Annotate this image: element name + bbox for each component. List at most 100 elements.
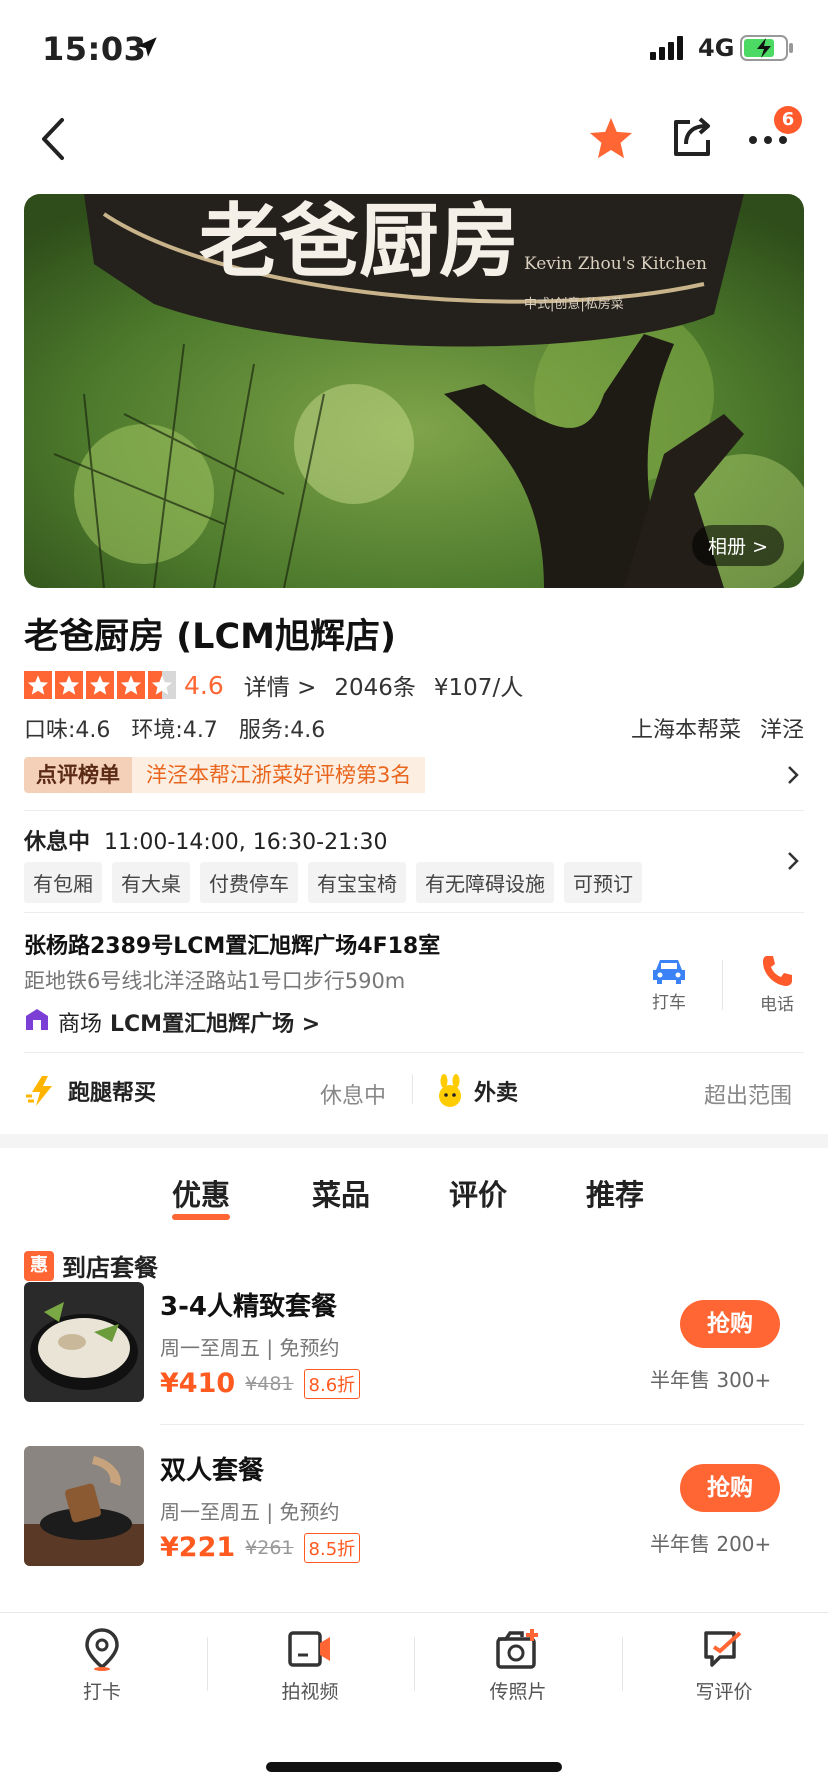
chevron-right-icon[interactable] bbox=[786, 764, 800, 790]
divider bbox=[24, 810, 804, 811]
home-indicator[interactable] bbox=[266, 1762, 562, 1772]
tab-dishes[interactable]: 菜品 bbox=[312, 1172, 370, 1214]
shop-title: 老爸厨房 (LCM旭辉店) bbox=[24, 617, 396, 657]
rating-row: 4.6 详情 > 2046条 ¥107/人 bbox=[24, 668, 523, 702]
deal-original-price: ¥261 bbox=[245, 1536, 294, 1559]
battery-charging-icon bbox=[740, 35, 796, 65]
top-nav: 6 bbox=[0, 100, 828, 180]
status-bar: 15:03 4G bbox=[0, 0, 828, 96]
rank-tag: 点评榜单 bbox=[24, 757, 132, 793]
review-count[interactable]: 2046条 bbox=[334, 668, 416, 702]
car-icon bbox=[653, 960, 685, 984]
deal-item[interactable]: 双人套餐 周一至周五 | 免预约 ¥221 ¥261 8.5折 抢购 半年售 2… bbox=[0, 1446, 828, 1596]
deal-price: ¥410 ¥481 8.6折 bbox=[160, 1368, 361, 1399]
taxi-label: 打车 bbox=[652, 993, 686, 1013]
facility-tag: 付费停车 bbox=[200, 862, 298, 903]
upload-photo-button[interactable]: 传照片 bbox=[458, 1627, 578, 1704]
location-pin-icon bbox=[85, 1628, 119, 1671]
delivery-service[interactable]: 外卖 bbox=[436, 1074, 518, 1108]
record-video-button[interactable]: 拍视频 bbox=[250, 1627, 370, 1704]
star-icon bbox=[117, 671, 145, 699]
tab-recommend[interactable]: 推荐 bbox=[586, 1172, 644, 1214]
delivery-label: 外卖 bbox=[474, 1081, 519, 1106]
photo-upload-icon bbox=[496, 1629, 538, 1669]
deal-sold-count: 半年售 300+ bbox=[650, 1368, 772, 1392]
opening-hours: 休息中 11:00-14:00, 16:30-21:30 bbox=[24, 824, 387, 856]
phone-button[interactable]: 电话 bbox=[752, 954, 802, 1015]
phone-label: 电话 bbox=[760, 995, 794, 1015]
section-gap bbox=[0, 1134, 828, 1148]
divider bbox=[160, 1424, 804, 1425]
deals-section-title: 到店套餐 bbox=[62, 1254, 158, 1282]
shop-photo[interactable]: 老爸厨房 Kevin Zhou's Kitchen 中式|创意|私房菜 相册 > bbox=[24, 194, 804, 588]
deal-discount-badge: 8.5折 bbox=[303, 1532, 361, 1563]
divider bbox=[207, 1637, 208, 1691]
sign-english: Kevin Zhou's Kitchen bbox=[524, 254, 707, 274]
mall-link[interactable]: 商场 LCM置汇旭辉广场 > bbox=[24, 1006, 320, 1038]
share-icon[interactable] bbox=[670, 114, 714, 164]
deal-original-price: ¥481 bbox=[245, 1372, 294, 1395]
taxi-button[interactable]: 打车 bbox=[644, 956, 694, 1013]
deal-photo bbox=[24, 1282, 144, 1402]
deal-discount-badge: 8.6折 bbox=[303, 1368, 361, 1399]
deal-badge-icon: 惠 bbox=[24, 1250, 54, 1281]
facility-tag: 有宝宝椅 bbox=[308, 862, 406, 903]
facility-tag: 有包厢 bbox=[24, 862, 102, 903]
deal-meta: 周一至周五 | 免预约 bbox=[160, 1336, 340, 1360]
deal-name: 双人套餐 bbox=[160, 1456, 265, 1486]
deal-sold-count: 半年售 200+ bbox=[650, 1532, 772, 1556]
running-icon bbox=[26, 1076, 52, 1106]
deal-item[interactable]: 3-4人精致套餐 周一至周五 | 免预约 ¥410 ¥481 8.6折 抢购 半… bbox=[0, 1282, 828, 1432]
back-icon[interactable] bbox=[38, 116, 68, 166]
area-label[interactable]: 洋泾 bbox=[760, 718, 804, 743]
deal-current-price: ¥410 bbox=[160, 1368, 236, 1399]
address-text[interactable]: 张杨路2389号LCM置汇旭辉广场4F18室 bbox=[24, 928, 440, 960]
half-star-icon bbox=[148, 671, 176, 699]
favorite-star-icon[interactable] bbox=[588, 116, 634, 164]
deal-price: ¥221 ¥261 8.5折 bbox=[160, 1532, 361, 1563]
sub-scores-row: 口味:4.6 环境:4.7 服务:4.6 上海本帮菜 洋泾 bbox=[24, 712, 804, 744]
divider bbox=[722, 960, 723, 1010]
mall-icon bbox=[24, 1006, 50, 1038]
divider bbox=[24, 912, 804, 913]
rating-score: 4.6 bbox=[184, 670, 224, 700]
deal-photo bbox=[24, 1446, 144, 1566]
deal-current-price: ¥221 bbox=[160, 1532, 236, 1563]
facility-tags: 有包厢 有大桌 付费停车 有宝宝椅 有无障碍设施 可预订 bbox=[24, 862, 642, 903]
service-score: 服务:4.6 bbox=[238, 718, 326, 743]
ranking-banner[interactable]: 点评榜单 洋泾本帮江浙菜好评榜第3名 bbox=[24, 757, 426, 793]
write-review-button[interactable]: 写评价 bbox=[664, 1627, 784, 1704]
errand-service[interactable]: 跑腿帮买 bbox=[24, 1074, 156, 1108]
facility-tag: 可预订 bbox=[564, 862, 642, 903]
location-arrow-icon bbox=[134, 34, 160, 64]
content-tabs: 优惠 菜品 评价 推荐 bbox=[0, 1172, 828, 1232]
deals-section-header: 惠 到店套餐 bbox=[24, 1248, 158, 1283]
record-video-label: 拍视频 bbox=[281, 1681, 339, 1703]
facility-tag: 有大桌 bbox=[112, 862, 190, 903]
star-icon bbox=[24, 671, 52, 699]
buy-button[interactable]: 抢购 bbox=[680, 1300, 780, 1348]
environment-score: 环境:4.7 bbox=[131, 718, 218, 743]
cuisine-label[interactable]: 上海本帮菜 bbox=[631, 718, 741, 743]
checkin-button[interactable]: 打卡 bbox=[42, 1627, 162, 1704]
checkin-label: 打卡 bbox=[82, 1681, 121, 1703]
write-review-label: 写评价 bbox=[695, 1681, 753, 1703]
mall-name: LCM置汇旭辉广场 > bbox=[110, 1012, 321, 1037]
details-link[interactable]: 详情 > bbox=[244, 668, 317, 702]
status-time: 15:03 bbox=[42, 30, 147, 68]
tab-reviews[interactable]: 评价 bbox=[449, 1172, 507, 1214]
star-icon bbox=[86, 671, 114, 699]
facility-tag: 有无障碍设施 bbox=[416, 862, 554, 903]
album-button[interactable]: 相册 > bbox=[692, 525, 784, 566]
divider bbox=[24, 1052, 804, 1053]
rank-text: 洋泾本帮江浙菜好评榜第3名 bbox=[132, 757, 426, 793]
delivery-status: 超出范围 bbox=[704, 1084, 793, 1109]
chevron-right-icon[interactable] bbox=[786, 850, 800, 876]
cellular-signal-icon bbox=[650, 36, 690, 64]
deal-name: 3-4人精致套餐 bbox=[160, 1292, 337, 1322]
hours-time: 11:00-14:00, 16:30-21:30 bbox=[104, 830, 388, 855]
tab-offers[interactable]: 优惠 bbox=[172, 1172, 231, 1220]
buy-button[interactable]: 抢购 bbox=[680, 1464, 780, 1512]
star-icon bbox=[55, 671, 83, 699]
notification-badge: 6 bbox=[774, 106, 802, 134]
